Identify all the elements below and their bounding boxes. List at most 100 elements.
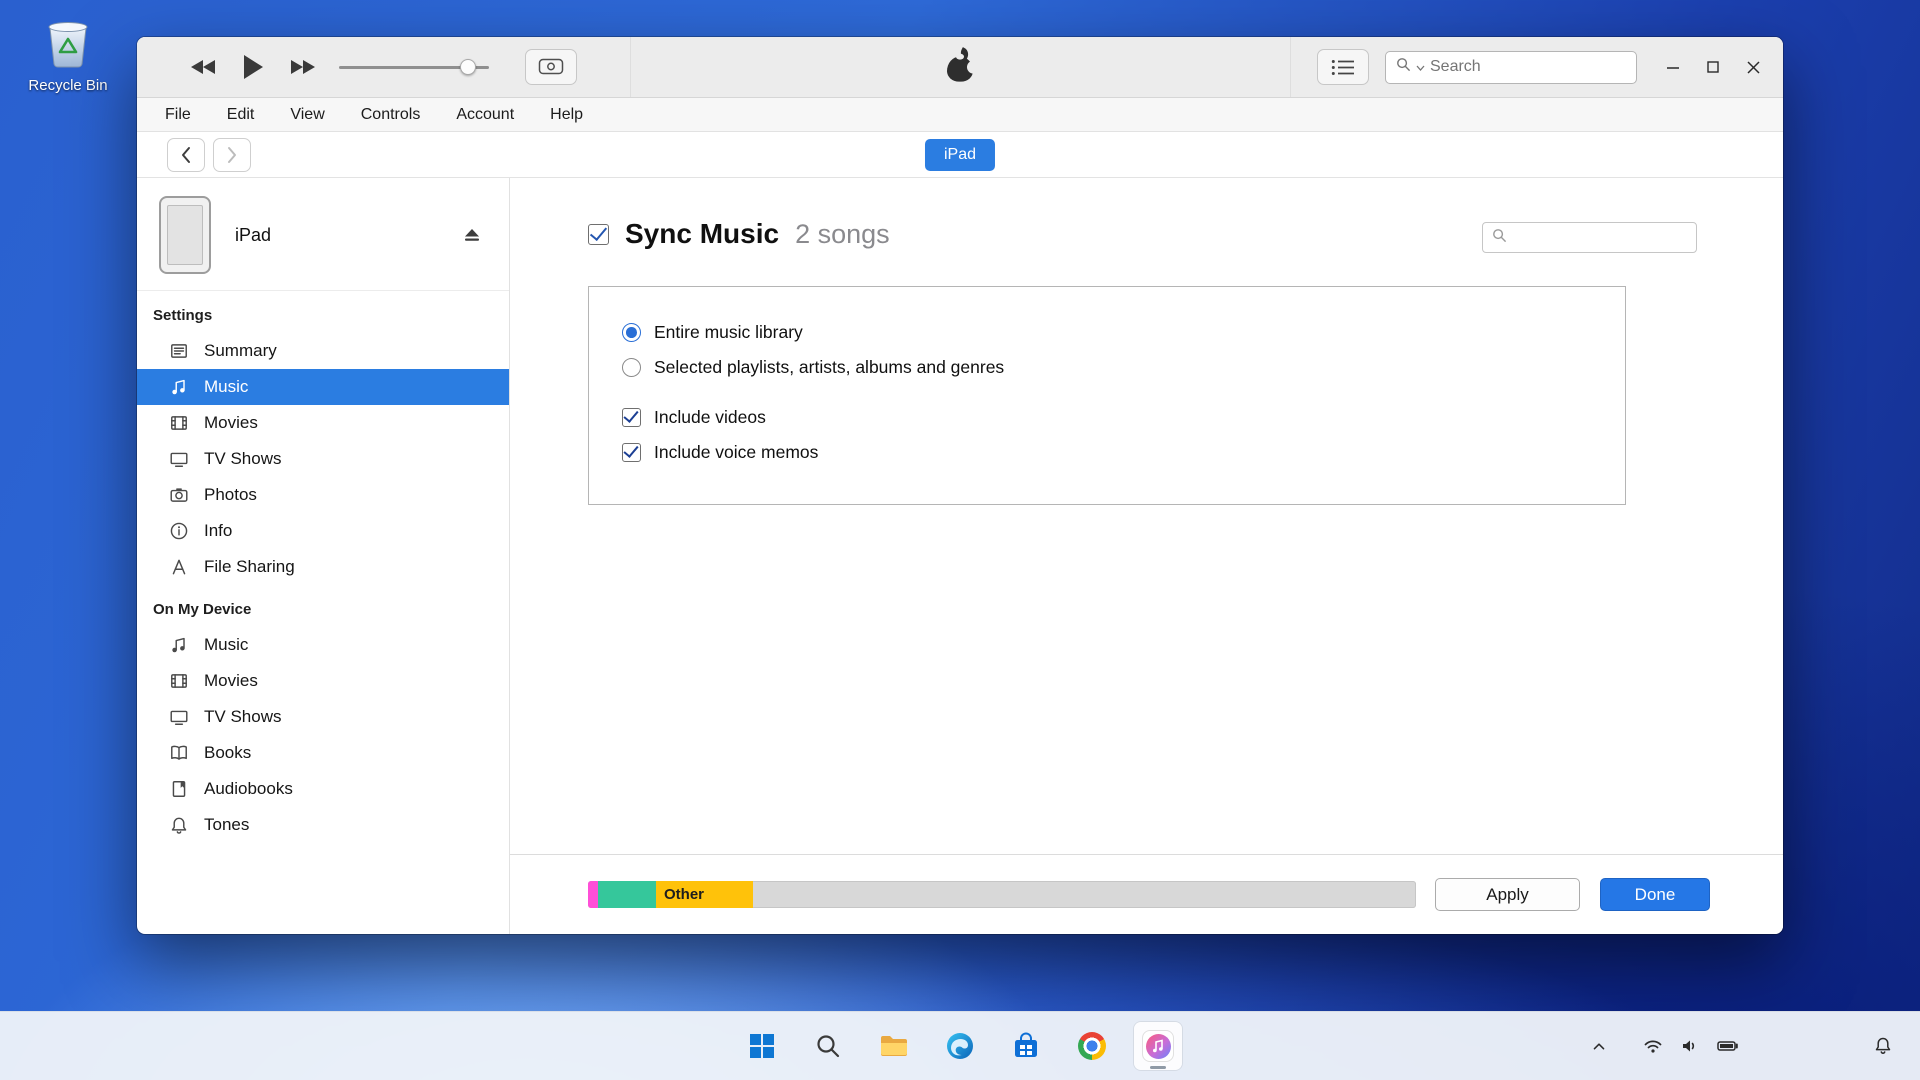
taskbar-search-button[interactable] (804, 1022, 852, 1070)
start-button[interactable] (738, 1022, 786, 1070)
sync-music-checkbox[interactable] (588, 224, 609, 245)
sync-music-title: Sync Music (625, 218, 779, 250)
device-selector-button[interactable]: iPad (925, 139, 995, 171)
sidebar-item-label: Tones (204, 815, 249, 835)
titlebar-search-input[interactable] (1430, 58, 1637, 76)
sidebar-item-label: Music (204, 635, 248, 655)
system-tray (1589, 1012, 1740, 1080)
menu-edit[interactable]: Edit (225, 104, 257, 126)
menu-view[interactable]: View (288, 104, 326, 126)
volume-slider[interactable] (339, 57, 489, 77)
recycle-bin-icon (41, 57, 95, 74)
sidebar-item-label: Audiobooks (204, 779, 293, 799)
book-icon (169, 743, 189, 763)
navigation-row: iPad (137, 132, 1783, 178)
film-icon (169, 671, 189, 691)
sidebar-item-music[interactable]: Music (137, 369, 509, 405)
sidebar-item-audiobooks[interactable]: Audiobooks (137, 771, 509, 807)
up-next-list-button[interactable] (1317, 49, 1369, 85)
taskbar-center-icons (738, 1012, 1182, 1080)
option-selected-playlists[interactable]: Selected playlists, artists, albums and … (622, 350, 1605, 385)
chevron-down-icon (1416, 58, 1425, 76)
window-content: iPad Settings Summary Music Movies (137, 178, 1783, 934)
close-button[interactable] (1739, 53, 1767, 81)
taskbar (0, 1011, 1920, 1080)
back-button[interactable] (167, 138, 205, 172)
sidebar-item-label: Books (204, 743, 251, 763)
on-my-device-section-header: On My Device (137, 585, 509, 627)
capacity-segment-other: Other (656, 881, 753, 908)
fast-forward-button[interactable] (287, 57, 317, 77)
search-icon (1492, 228, 1507, 248)
airplay-button[interactable] (525, 49, 577, 85)
radio-selected-playlists[interactable] (622, 358, 641, 377)
file-explorer-button[interactable] (870, 1022, 918, 1070)
checkbox-include-videos[interactable] (622, 408, 641, 427)
edge-button[interactable] (936, 1022, 984, 1070)
sidebar-item-info[interactable]: Info (137, 513, 509, 549)
done-button[interactable]: Done (1600, 878, 1710, 911)
sidebar-item-label: Movies (204, 413, 258, 433)
sidebar-item-movies[interactable]: Movies (137, 405, 509, 441)
volume-knob[interactable] (460, 59, 476, 75)
maximize-button[interactable] (1699, 53, 1727, 81)
desktop: Recycle Bin (0, 0, 1920, 1080)
option-entire-library[interactable]: Entire music library (622, 315, 1605, 350)
film-icon (169, 413, 189, 433)
sync-music-page: Sync Music 2 songs Entire music library (510, 178, 1783, 854)
play-button[interactable] (241, 53, 265, 81)
apple-logo-icon (945, 49, 975, 83)
chrome-button[interactable] (1068, 1022, 1116, 1070)
titlebar-search-box (1385, 51, 1637, 84)
tv-icon (169, 707, 189, 727)
recycle-bin-shortcut[interactable]: Recycle Bin (22, 14, 114, 94)
radio-entire-library[interactable] (622, 323, 641, 342)
sidebar-item-photos[interactable]: Photos (137, 477, 509, 513)
device-row: iPad (137, 190, 509, 291)
notifications-bell-icon[interactable] (1872, 1012, 1894, 1080)
capacity-segment-apps (598, 881, 656, 908)
sidebar-item-tv-shows[interactable]: TV Shows (137, 441, 509, 477)
sidebar-item-label: Info (204, 521, 232, 541)
capacity-segment-label: Other (664, 886, 704, 903)
audiobook-icon (169, 779, 189, 799)
minimize-button[interactable] (1659, 53, 1687, 81)
menu-help[interactable]: Help (548, 104, 585, 126)
tray-chevron-up-icon[interactable] (1589, 1036, 1609, 1056)
rewind-button[interactable] (189, 57, 219, 77)
microsoft-store-button[interactable] (1002, 1022, 1050, 1070)
apply-button[interactable]: Apply (1435, 878, 1580, 911)
sidebar-item-label: Music (204, 377, 248, 397)
menu-file[interactable]: File (163, 104, 193, 126)
sidebar-item-device-music[interactable]: Music (137, 627, 509, 663)
option-include-videos[interactable]: Include videos (622, 400, 1605, 435)
volume-icon[interactable] (1679, 1035, 1701, 1057)
sync-options-panel: Entire music library Selected playlists,… (588, 286, 1626, 505)
sidebar-item-books[interactable]: Books (137, 735, 509, 771)
tv-icon (169, 449, 189, 469)
eject-button[interactable] (461, 226, 483, 244)
music-note-icon (169, 635, 189, 655)
forward-button[interactable] (213, 138, 251, 172)
capacity-segment-audio (588, 881, 598, 908)
sidebar-item-label: TV Shows (204, 449, 281, 469)
menu-controls[interactable]: Controls (359, 104, 423, 126)
itunes-window: File Edit View Controls Account Help iPa… (137, 37, 1783, 934)
library-search-input[interactable] (1513, 229, 1712, 246)
itunes-button[interactable] (1134, 1022, 1182, 1070)
option-include-voice-memos[interactable]: Include voice memos (622, 435, 1605, 470)
ipad-device-icon (159, 196, 211, 274)
sidebar-item-label: Photos (204, 485, 257, 505)
battery-icon[interactable] (1716, 1035, 1740, 1057)
store-icon (1013, 1032, 1039, 1060)
info-icon (169, 521, 189, 541)
sidebar-item-summary[interactable]: Summary (137, 333, 509, 369)
menu-account[interactable]: Account (454, 104, 516, 126)
sidebar-item-file-sharing[interactable]: File Sharing (137, 549, 509, 585)
sidebar-item-label: TV Shows (204, 707, 281, 727)
sidebar-item-tones[interactable]: Tones (137, 807, 509, 843)
sidebar-item-device-tv-shows[interactable]: TV Shows (137, 699, 509, 735)
sidebar-item-device-movies[interactable]: Movies (137, 663, 509, 699)
wifi-icon[interactable] (1642, 1035, 1664, 1057)
checkbox-include-voice-memos[interactable] (622, 443, 641, 462)
